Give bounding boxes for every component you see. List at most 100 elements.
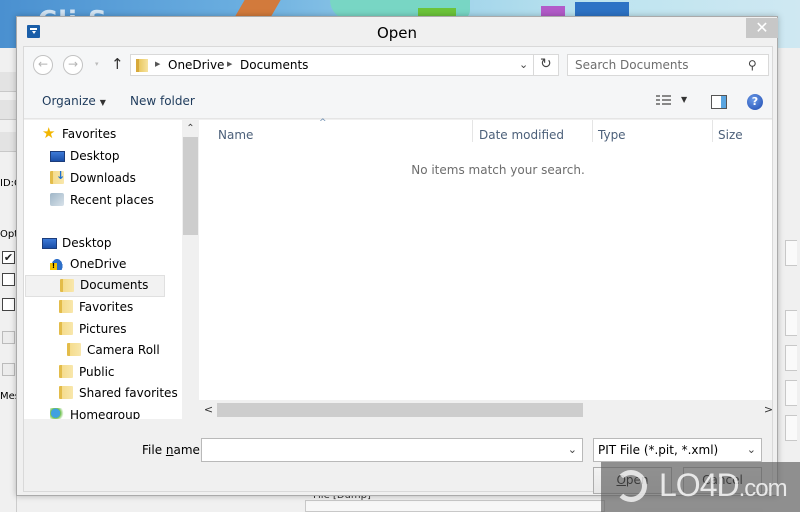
dialog-titlebar[interactable]: Open ✕ xyxy=(17,17,778,47)
background-message-label: Mess xyxy=(0,391,16,402)
watermark: LO4D.com xyxy=(601,462,800,512)
view-options-dropdown[interactable]: ▼ xyxy=(681,95,687,104)
column-header-size[interactable]: Size xyxy=(718,128,743,142)
background-app-left-panel: ID:C Optio ✔ Mess xyxy=(0,48,17,512)
nav-item-pictures[interactable]: Pictures xyxy=(59,319,182,341)
back-button[interactable]: ← xyxy=(33,55,53,75)
navigation-pane: ★ Favorites Desktop Downloads Recent pla… xyxy=(24,120,182,419)
watermark-text: LO4D.com xyxy=(659,467,788,504)
label-text: File xyxy=(142,443,166,457)
address-dropdown-button[interactable]: ⌄ xyxy=(519,58,528,71)
background-strip xyxy=(0,72,16,92)
column-divider[interactable] xyxy=(592,120,593,142)
folder-icon xyxy=(136,59,148,72)
new-folder-button[interactable]: New folder xyxy=(130,94,195,108)
column-header-type[interactable]: Type xyxy=(598,128,626,142)
background-strip xyxy=(0,132,16,152)
close-button[interactable]: ✕ xyxy=(746,18,778,38)
nav-item-camera-roll[interactable]: Camera Roll xyxy=(67,340,182,362)
homegroup-icon xyxy=(50,408,64,419)
address-bar[interactable]: ▶ OneDrive ▶ Documents ⌄ ↻ xyxy=(130,54,559,76)
empty-list-message: No items match your search. xyxy=(411,163,585,177)
dialog-body: ← → ▾ ↑ ▶ OneDrive ▶ Documents ⌄ ↻ Searc… xyxy=(23,46,773,494)
organize-button[interactable]: Organize ▼ xyxy=(42,94,106,108)
file-list-horizontal-scrollbar[interactable]: < > xyxy=(182,400,773,419)
refresh-button[interactable]: ↻ xyxy=(540,56,552,72)
column-divider[interactable] xyxy=(712,120,713,142)
search-icon[interactable]: ⚲ xyxy=(748,58,757,72)
search-box[interactable]: Search Documents ⚲ xyxy=(567,54,769,76)
preview-pane-icon[interactable] xyxy=(711,95,727,109)
background-control xyxy=(785,345,797,371)
file-type-value: PIT File (*.pit, *.xml) xyxy=(598,443,719,457)
label-accelerator: n xyxy=(165,443,174,457)
nav-item-downloads[interactable]: Downloads xyxy=(50,168,180,190)
file-name-label: File name: xyxy=(142,443,204,457)
address-divider xyxy=(533,55,534,75)
up-button[interactable]: ↑ xyxy=(111,55,124,73)
watermark-brand: LO4D xyxy=(659,467,740,503)
background-id-label: ID:C xyxy=(0,178,16,189)
nav-item-label: Favorites xyxy=(62,127,117,141)
nav-item-favorites[interactable]: ★ Favorites xyxy=(42,124,172,146)
recent-locations-dropdown[interactable]: ▾ xyxy=(95,60,99,68)
file-type-select[interactable]: PIT File (*.pit, *.xml) ⌄ xyxy=(593,438,762,462)
nav-item-documents[interactable]: Documents xyxy=(25,275,165,297)
scroll-left-button[interactable]: < xyxy=(200,400,217,419)
view-details-icon[interactable] xyxy=(656,95,671,108)
folder-icon xyxy=(59,300,73,313)
forward-button[interactable]: → xyxy=(63,55,83,75)
search-input[interactable]: Search Documents xyxy=(575,58,688,72)
organize-label: Organize xyxy=(42,94,96,108)
nav-item-recent-places[interactable]: Recent places xyxy=(50,190,180,212)
downloads-folder-icon xyxy=(50,169,65,184)
chevron-down-icon[interactable]: ⌄ xyxy=(568,443,577,456)
background-control xyxy=(785,415,797,441)
open-file-dialog: Open ✕ ← → ▾ ↑ ▶ OneDrive ▶ Documents ⌄ … xyxy=(16,16,778,496)
nav-item-label: Desktop xyxy=(62,236,112,250)
scrollbar-thumb[interactable] xyxy=(183,137,198,235)
nav-item-label: Desktop xyxy=(70,149,120,163)
background-control xyxy=(785,380,797,406)
scroll-up-button[interactable]: ⌃ xyxy=(182,120,199,137)
recent-places-icon xyxy=(50,193,64,206)
watermark-logo-icon xyxy=(615,470,647,502)
navigation-pane-scrollbar[interactable]: ⌃ ⌄ xyxy=(182,120,199,419)
scrollbar-thumb[interactable] xyxy=(217,403,583,417)
scroll-right-button[interactable]: > xyxy=(760,400,777,419)
background-checkbox[interactable] xyxy=(2,298,15,311)
nav-item-onedrive[interactable]: OneDrive xyxy=(50,254,180,276)
breadcrumb-separator[interactable]: ▶ xyxy=(155,60,160,68)
breadcrumb-separator[interactable]: ▶ xyxy=(227,60,232,68)
column-divider[interactable] xyxy=(472,120,473,142)
onedrive-cloud-icon xyxy=(50,257,64,270)
folder-icon xyxy=(59,365,73,378)
background-checkbox[interactable]: ✔ xyxy=(2,251,15,264)
nav-item-label: Downloads xyxy=(70,171,136,185)
background-app-right-panel xyxy=(776,48,800,512)
nav-item-desktop-root[interactable]: Desktop xyxy=(42,233,172,255)
nav-item-desktop[interactable]: Desktop xyxy=(50,146,180,168)
background-checkbox xyxy=(2,363,15,376)
banner-decoration xyxy=(235,0,281,16)
folder-icon xyxy=(59,322,73,335)
breadcrumb-onedrive[interactable]: OneDrive xyxy=(168,58,224,72)
nav-item-public[interactable]: Public xyxy=(59,362,182,384)
file-name-combobox[interactable]: ⌄ xyxy=(201,438,583,462)
nav-item-label: Favorites xyxy=(79,300,134,314)
background-checkbox[interactable] xyxy=(2,273,15,286)
nav-item-homegroup[interactable]: Homegroup xyxy=(50,405,180,419)
nav-item-shared-favorites[interactable]: Shared favorites xyxy=(59,383,182,405)
column-header-name[interactable]: Name xyxy=(218,128,253,142)
folder-icon xyxy=(67,343,81,356)
file-list[interactable]: ^ Name Date modified Type Size No items … xyxy=(199,118,772,400)
chevron-down-icon[interactable]: ⌄ xyxy=(747,443,756,456)
nav-item-label: Homegroup xyxy=(70,408,141,419)
nav-item-favorites-folder[interactable]: Favorites xyxy=(59,297,182,319)
column-header-date-modified[interactable]: Date modified xyxy=(479,128,564,142)
help-icon[interactable]: ? xyxy=(747,94,763,110)
star-icon: ★ xyxy=(42,124,56,142)
folder-icon xyxy=(60,279,74,292)
breadcrumb-documents[interactable]: Documents xyxy=(240,58,308,72)
label-text: ame: xyxy=(173,443,204,457)
